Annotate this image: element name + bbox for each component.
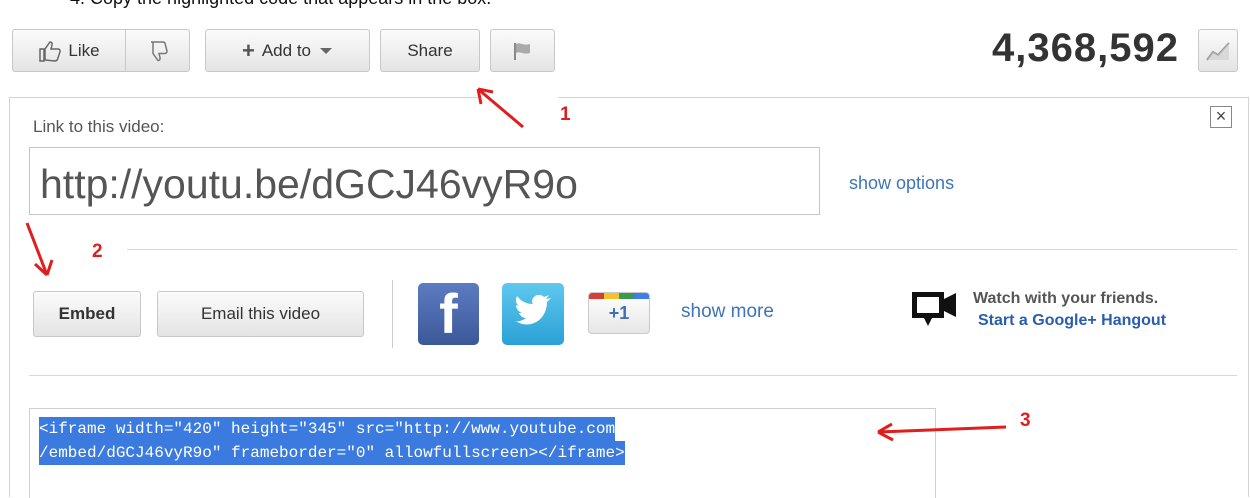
arrow-to-code <box>877 425 1007 434</box>
annotation-step-3: 3 <box>1020 410 1031 431</box>
annotation-arrows <box>25 87 1007 442</box>
annotation-step-2: 2 <box>92 241 103 262</box>
annotation-step-1: 1 <box>560 104 571 125</box>
arrow-to-share <box>477 87 524 129</box>
